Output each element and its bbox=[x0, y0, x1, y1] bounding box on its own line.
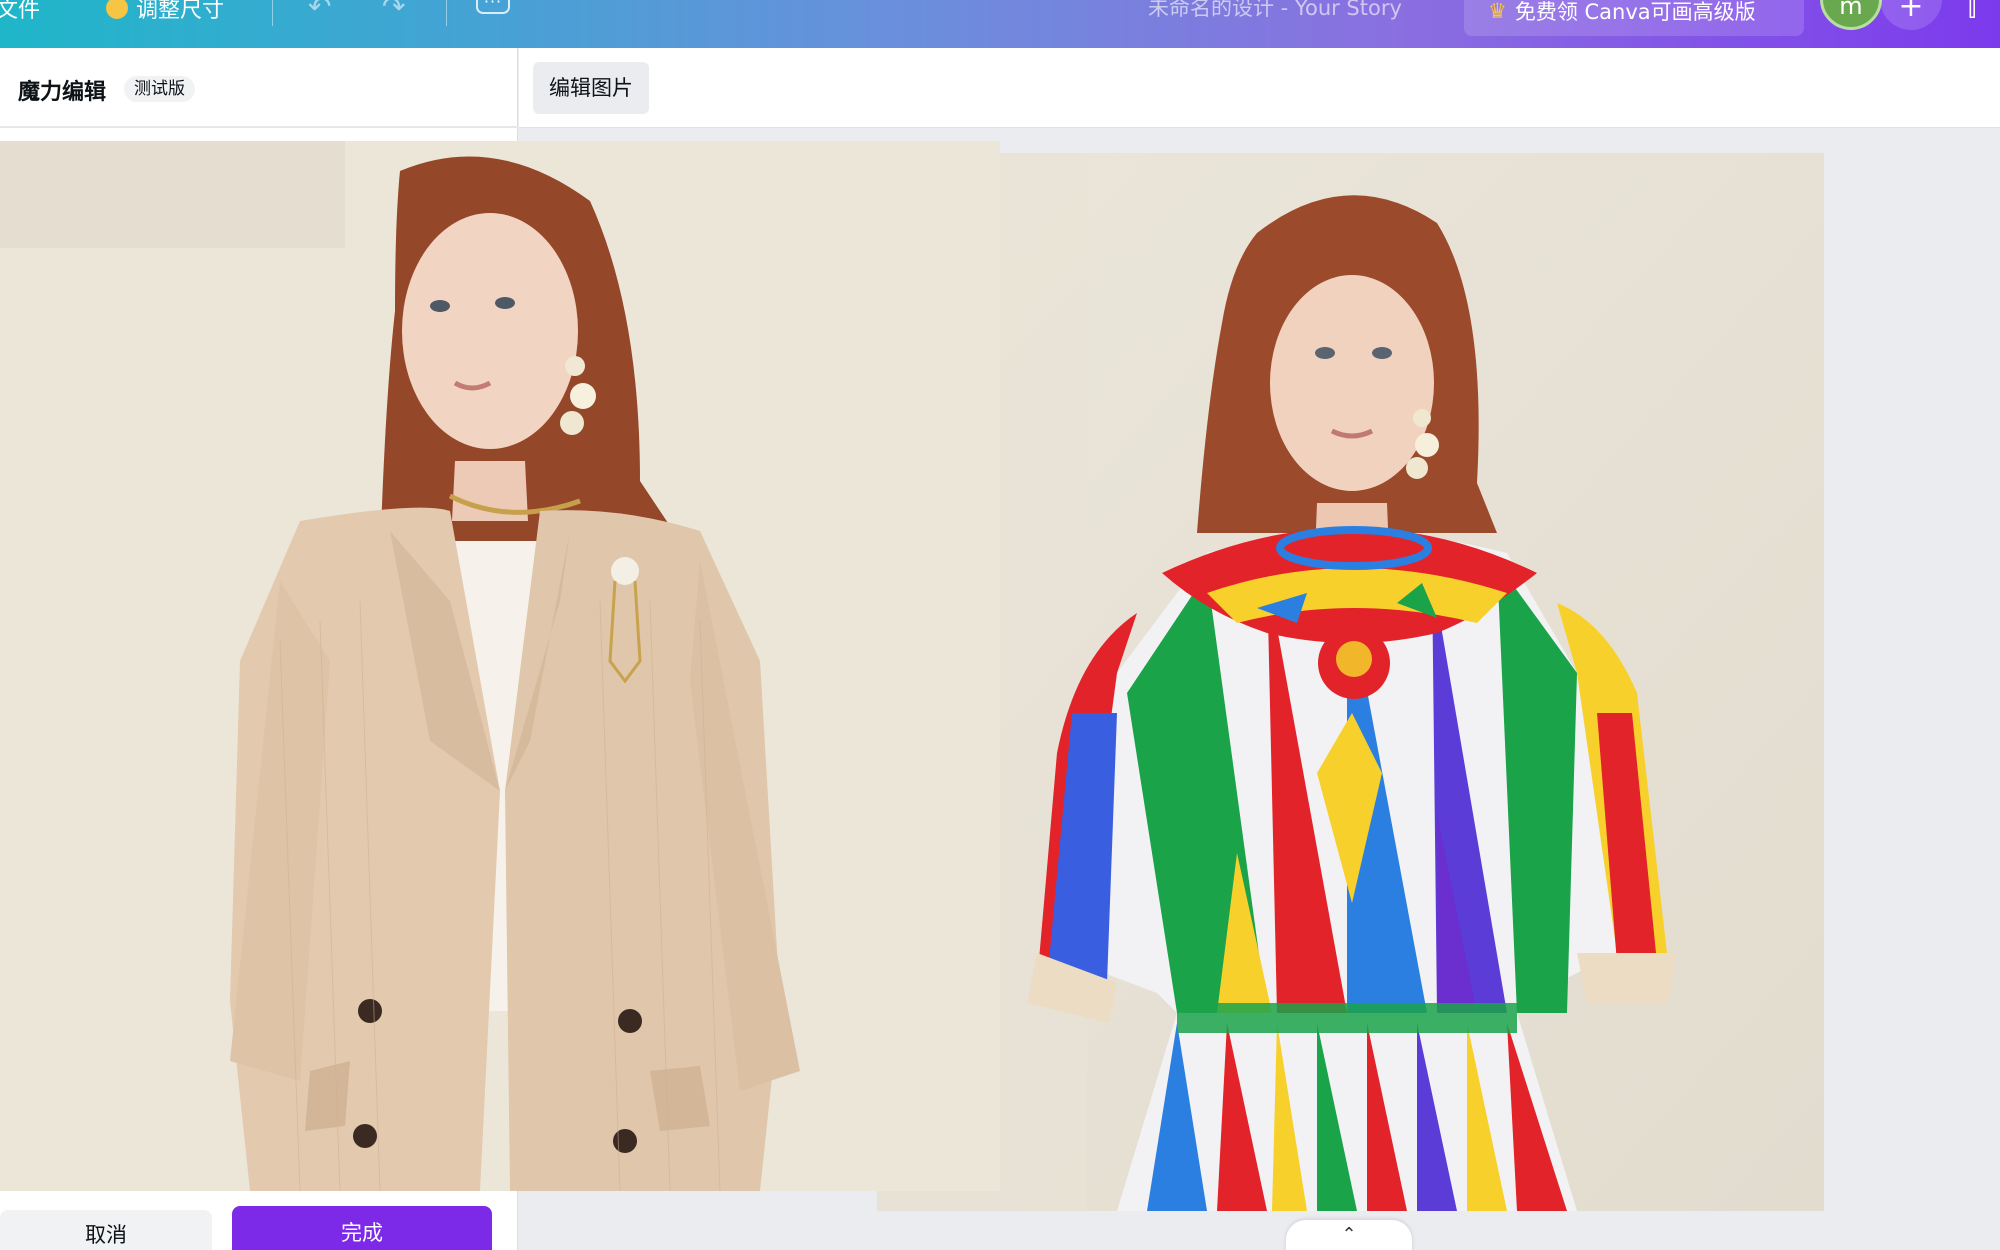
top-menu-bar: 文件 调整尺寸 ↶ ↷ ··· 未命名的设计 - Your Story ♛ 免费… bbox=[0, 0, 2000, 48]
original-photo[interactable] bbox=[0, 141, 1000, 1191]
upgrade-button[interactable]: ♛ 免费领 Canva可画高级版 bbox=[1464, 0, 1804, 36]
file-menu[interactable]: 文件 bbox=[0, 0, 40, 24]
edited-photo[interactable] bbox=[877, 153, 1824, 1211]
show-pages-handle[interactable]: ⌃ bbox=[1286, 1220, 1412, 1250]
undo-icon[interactable]: ↶ bbox=[308, 0, 331, 23]
add-icon[interactable]: + bbox=[1880, 0, 1942, 30]
crown-icon: ♛ bbox=[1488, 0, 1507, 23]
resize-label: 调整尺寸 bbox=[136, 0, 225, 23]
divider bbox=[446, 0, 447, 26]
beta-badge: 测试版 bbox=[124, 76, 195, 102]
panel-title: 魔力编辑 bbox=[18, 80, 107, 105]
user-avatar[interactable]: m bbox=[1820, 0, 1882, 30]
divider bbox=[272, 0, 273, 26]
edit-image-button[interactable]: 编辑图片 bbox=[533, 62, 649, 114]
share-icon[interactable]: ⫿ bbox=[1968, 0, 1976, 23]
upgrade-label: 免费领 Canva可画高级版 bbox=[1514, 0, 1756, 24]
redo-icon[interactable]: ↷ bbox=[382, 0, 405, 23]
resize-button[interactable]: 调整尺寸 bbox=[106, 0, 224, 24]
panel-header: 魔力编辑 测试版 bbox=[0, 48, 518, 128]
canvas-toolbar: 编辑图片 bbox=[519, 48, 2000, 128]
done-button[interactable]: 完成 bbox=[232, 1206, 492, 1250]
cancel-button[interactable]: 取消 bbox=[0, 1210, 212, 1250]
panel-footer: 取消 完成 bbox=[0, 1188, 518, 1250]
more-options-icon[interactable]: ··· bbox=[476, 0, 510, 14]
document-title[interactable]: 未命名的设计 - Your Story bbox=[1148, 0, 1402, 22]
crown-icon bbox=[106, 0, 128, 19]
